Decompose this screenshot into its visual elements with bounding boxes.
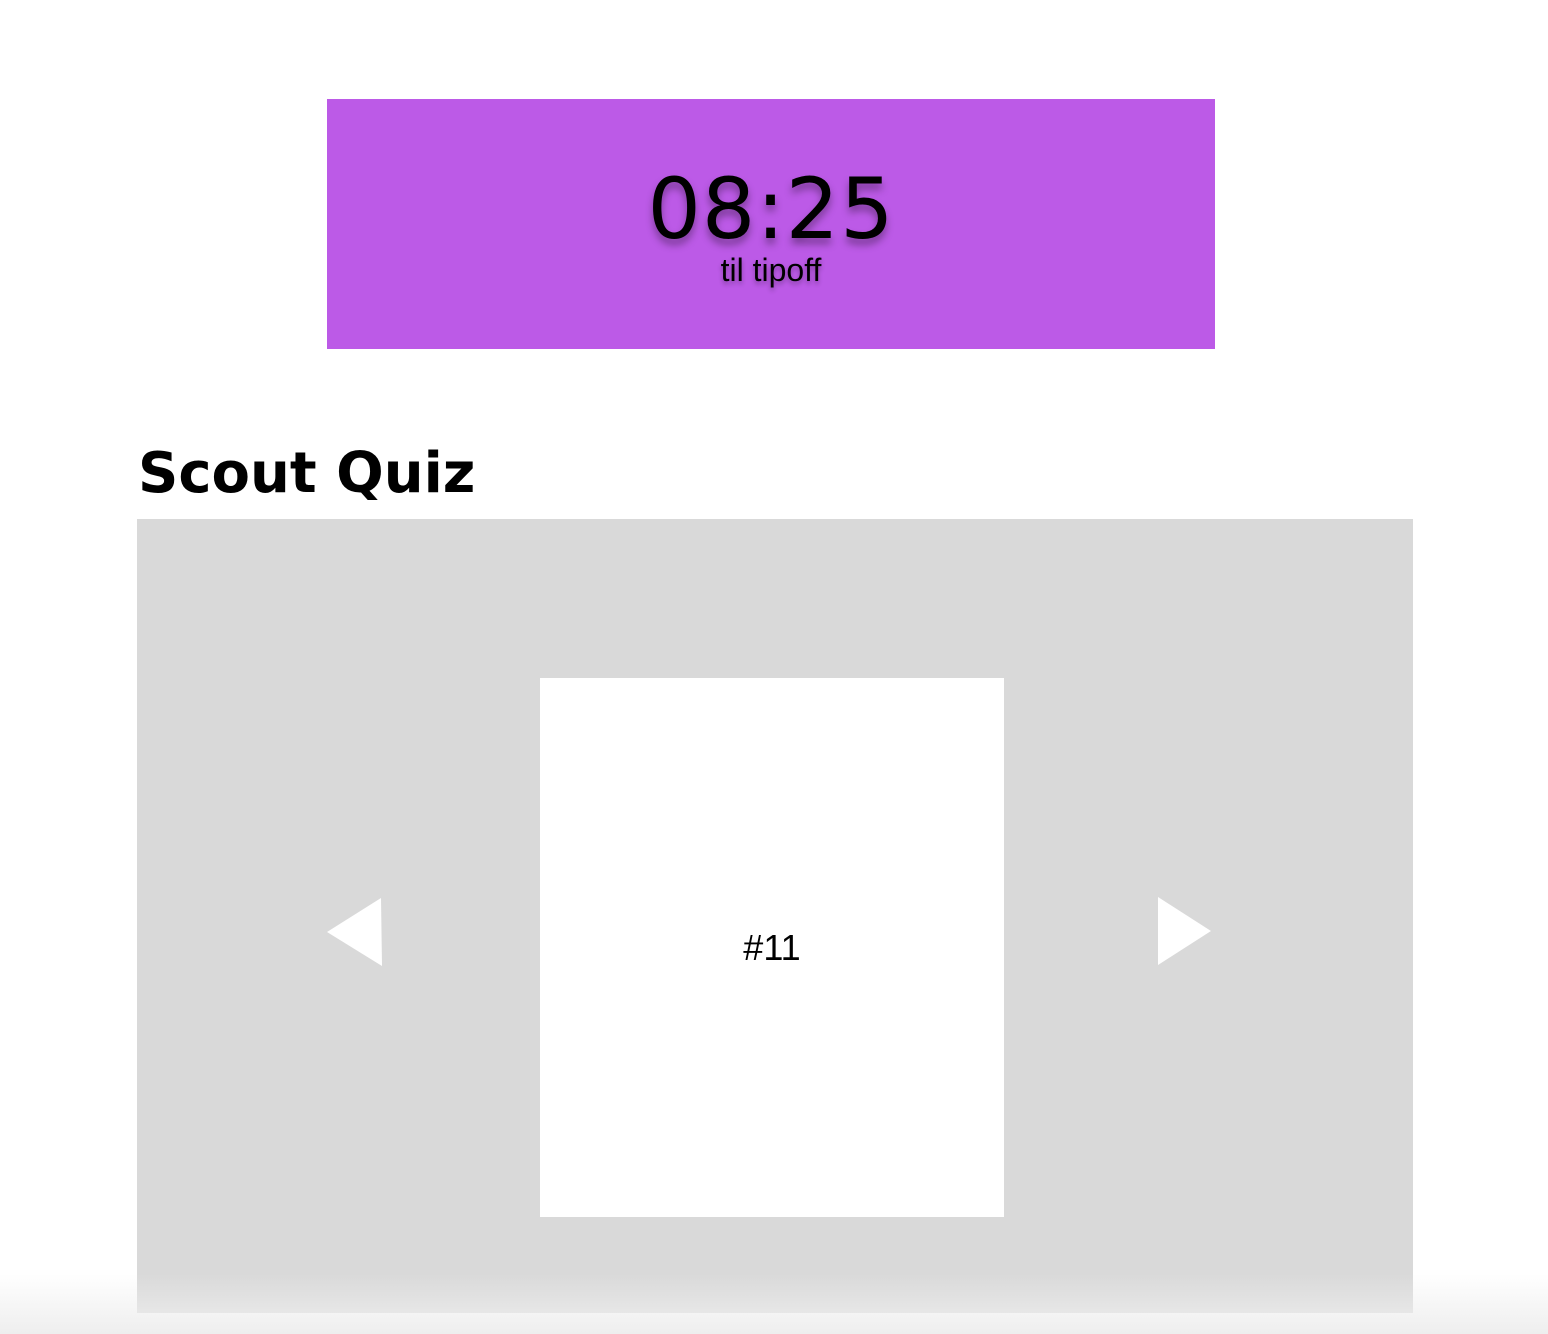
countdown-banner: 08:25 til tipoff bbox=[327, 99, 1215, 349]
player-number: #11 bbox=[743, 927, 801, 968]
player-card[interactable]: #11 bbox=[540, 678, 1004, 1217]
carousel-prev-button[interactable] bbox=[326, 897, 382, 967]
triangle-left-icon bbox=[327, 898, 382, 966]
quiz-carousel: #11 bbox=[137, 519, 1413, 1313]
section-title: Scout Quiz bbox=[138, 441, 476, 506]
countdown-label: til tipoff bbox=[720, 252, 822, 288]
triangle-right-icon bbox=[1158, 897, 1211, 965]
carousel-next-button[interactable] bbox=[1156, 896, 1212, 966]
countdown-time: 08:25 bbox=[647, 160, 895, 258]
